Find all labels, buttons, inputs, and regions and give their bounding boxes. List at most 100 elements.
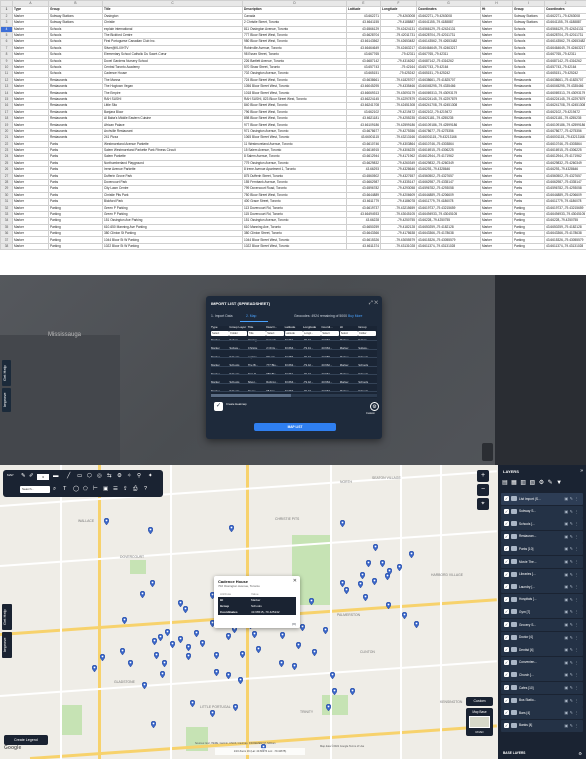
layer-action-icons[interactable]: ▣✎⋮ [564, 698, 580, 703]
map-marker-pin[interactable] [256, 646, 261, 653]
layer-row[interactable]: ✓ Hospitals [... ▣✎⋮ [501, 593, 583, 606]
map-marker-pin[interactable] [312, 649, 317, 656]
base-layers-label[interactable]: BASE LAYERS [503, 751, 525, 755]
map-marker-pin[interactable] [380, 560, 385, 567]
help-icon[interactable]: ? [144, 486, 147, 492]
layer-action-icons[interactable]: ▣✎⋮ [564, 685, 580, 690]
map-marker-pin[interactable] [350, 688, 355, 695]
layer-action-icons[interactable]: ▣✎⋮ [564, 546, 580, 551]
map-marker-pin[interactable] [366, 560, 371, 567]
map-marker-pin[interactable] [165, 629, 170, 636]
custom-button[interactable]: Custom [466, 697, 493, 706]
grid-scrollbar[interactable] [211, 394, 377, 397]
more-tool-icon[interactable]: ✦ [148, 473, 153, 479]
layer-action-icons[interactable]: ▣✎⋮ [564, 672, 580, 677]
line-tool-icon[interactable]: ╱ [67, 473, 70, 479]
layer-checkbox[interactable]: ✓ [504, 521, 509, 527]
layer-action-icons[interactable]: ▣✎⋮ [564, 723, 580, 728]
map-base-selector[interactable]: Map Base ROAD [466, 708, 493, 736]
layer-checkbox[interactable]: ✓ [504, 508, 509, 514]
map-marker-pin[interactable] [414, 621, 419, 628]
layer-action-icons[interactable]: ▣✎⋮ [564, 496, 580, 501]
map-marker-pin[interactable] [397, 564, 402, 571]
table-cell[interactable]: Marker [12, 242, 49, 251]
map-marker-pin[interactable] [170, 641, 175, 648]
settings-icon[interactable]: ⚙ [117, 473, 122, 479]
map-marker-pin[interactable] [240, 651, 245, 658]
map-marker-pin[interactable] [148, 527, 153, 534]
map-marker-pin[interactable] [344, 587, 349, 594]
color-picker-icon[interactable]: ▬ [53, 473, 59, 479]
new-layer-icon[interactable]: ▦ [511, 480, 520, 486]
base-layers-gear-icon[interactable]: ⚙ [578, 751, 582, 756]
rectangle-tool-icon[interactable]: ▭ [77, 473, 82, 479]
improve-tab-main[interactable]: Improve [2, 632, 12, 658]
layer-action-icons[interactable]: ▣✎⋮ [564, 710, 580, 715]
layer-action-icons[interactable]: ▣✎⋮ [564, 572, 580, 577]
map-marker-pin[interactable] [154, 652, 159, 659]
layer-action-icons[interactable]: ▣✎⋮ [564, 622, 580, 627]
map-marker-pin[interactable] [300, 624, 305, 631]
map-marker-pin[interactable] [330, 672, 335, 679]
get-help-tab-main[interactable]: Get Help [2, 604, 12, 630]
layer-row[interactable]: ✓ Convenien... ▣✎⋮ [501, 656, 583, 669]
map-marker-pin[interactable] [92, 665, 97, 672]
layer-action-icons[interactable]: ▣✎⋮ [564, 559, 580, 564]
layer-row[interactable]: ✓ Libraries [... ▣✎⋮ [501, 568, 583, 581]
layer-row[interactable]: ✓ Bus Statio... ▣✎⋮ [501, 694, 583, 707]
layer-action-icons[interactable]: ▣✎⋮ [564, 635, 580, 640]
layer-row[interactable]: ✓ Cafes [10] ▣✎⋮ [501, 682, 583, 694]
step-map[interactable]: 2. Map [246, 314, 256, 318]
map-marker-pin[interactable] [229, 525, 234, 532]
map-marker-pin[interactable] [142, 682, 147, 689]
dark-map-zoom-control[interactable] [482, 443, 493, 461]
layer-checkbox[interactable]: ✓ [504, 609, 509, 615]
layer-checkbox[interactable]: ✓ [504, 685, 509, 690]
route-icon[interactable]: ⇆ [107, 473, 112, 479]
map-marker-pin[interactable] [200, 640, 205, 647]
expand-icon[interactable]: ⤢ [369, 300, 373, 306]
layer-row[interactable]: ✓ Banks [4] ▣✎⋮ [501, 719, 583, 732]
map-marker-pin[interactable] [104, 518, 109, 525]
table-cell[interactable]: 43.6611374 [346, 242, 381, 251]
map-marker-pin[interactable] [186, 653, 191, 660]
create-legend-button[interactable]: Create Legend [4, 735, 48, 745]
popup-close-icon[interactable]: ✕ [293, 578, 297, 584]
image-tool-icon[interactable]: ▣ [103, 486, 108, 492]
print-icon[interactable]: ⎙ [133, 486, 137, 493]
map-list-button[interactable]: MAP LIST [254, 423, 336, 431]
map-marker-pin[interactable] [279, 660, 284, 667]
map-marker-pin[interactable] [162, 660, 167, 667]
marker-tool-icon[interactable]: ✎ [21, 473, 26, 479]
layer-action-icons[interactable]: ▣✎⋮ [564, 509, 580, 514]
layer-action-icons[interactable]: ▣✎⋮ [564, 584, 580, 589]
layer-row[interactable]: ✓ Grocery S... ▣✎⋮ [501, 619, 583, 631]
layer-row[interactable]: ✓ Church [... ▣✎⋮ [501, 669, 583, 682]
text-tool-icon[interactable]: T [63, 486, 66, 492]
map-marker-pin[interactable] [296, 642, 301, 649]
search-input[interactable]: Search... [20, 486, 50, 493]
layer-checkbox[interactable]: ✓ [504, 672, 509, 678]
layer-checkbox[interactable]: ✓ [504, 496, 509, 501]
layer-checkbox[interactable]: ✓ [504, 647, 509, 653]
layer-checkbox[interactable]: ✓ [504, 659, 509, 665]
pin-tool-icon[interactable]: ⚲ [137, 473, 141, 479]
layer-checkbox[interactable]: ✓ [504, 546, 509, 552]
layer-checkbox[interactable]: ✓ [504, 596, 509, 602]
layer-checkbox[interactable]: ✓ [504, 559, 509, 564]
layer-row[interactable]: ✓ Subway S... ▣✎⋮ [501, 505, 583, 518]
map-marker-pin[interactable] [226, 672, 231, 679]
map-marker-pin[interactable] [409, 551, 414, 558]
magic-wand-icon[interactable]: ✧ [127, 473, 132, 479]
layer-checkbox[interactable]: ✓ [504, 634, 509, 640]
map-marker-pin[interactable] [309, 598, 314, 605]
hexagon-tool-icon[interactable]: ⬡ [87, 473, 92, 479]
map-marker-pin[interactable] [360, 572, 365, 579]
layer-row[interactable]: ✓ Parks [10] ▣✎⋮ [501, 543, 583, 556]
map-marker-pin[interactable] [140, 591, 145, 598]
table-cell[interactable]: -79.43131028 [380, 242, 417, 251]
zoom-in-button[interactable]: + [477, 470, 489, 482]
map-marker-pin[interactable] [214, 669, 219, 676]
pencil-tool-icon[interactable]: ✐ [29, 473, 34, 479]
map-marker-pin[interactable] [340, 580, 345, 587]
